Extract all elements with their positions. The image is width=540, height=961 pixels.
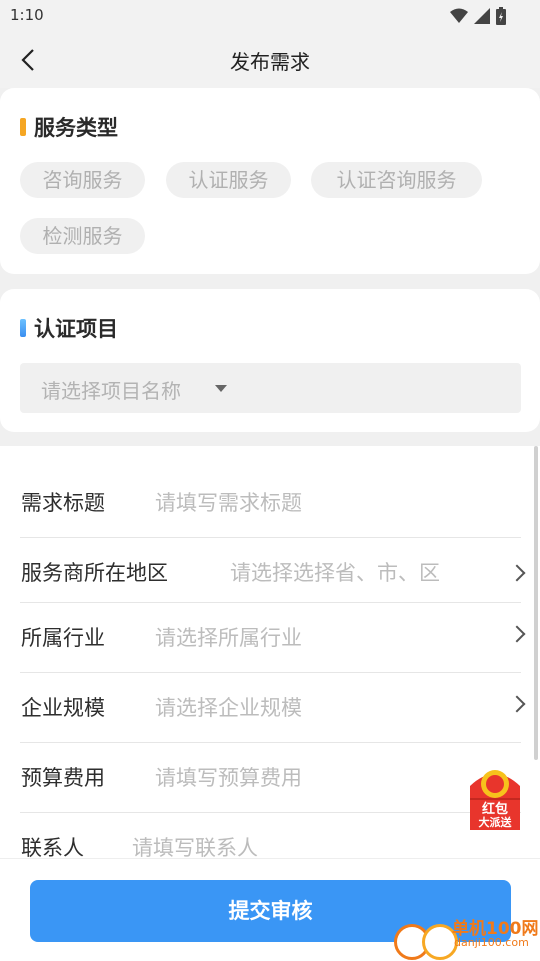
budget-input[interactable]: 请填写预算费用: [155, 762, 302, 792]
cert-project-card: 认证项目 请选择项目名称: [0, 289, 540, 432]
status-bar: 1:10: [0, 0, 540, 32]
company-scale-input[interactable]: 请选择企业规模: [155, 692, 302, 722]
project-select-placeholder: 请选择项目名称: [41, 379, 181, 403]
chip-consulting[interactable]: 咨询服务: [20, 162, 145, 198]
chevron-right-icon[interactable]: [508, 564, 526, 582]
row-label: 企业规模: [21, 696, 105, 720]
signal-icon: [474, 8, 490, 24]
service-type-title: 服务类型: [34, 116, 118, 140]
form-row-scale[interactable]: 企业规模 请选择企业规模: [20, 672, 526, 743]
cert-project-heading: 认证项目: [20, 313, 118, 343]
form-row-industry[interactable]: 所属行业 请选择所属行业: [20, 602, 526, 673]
chevron-right-icon[interactable]: [508, 625, 526, 643]
row-label: 预算费用: [21, 766, 105, 790]
cert-project-title: 认证项目: [34, 317, 118, 341]
row-label: 服务商所在地区: [21, 561, 168, 585]
watermark-url: danji100.com: [454, 936, 529, 949]
status-icons: [450, 7, 506, 25]
status-time: 1:10: [10, 6, 44, 24]
service-type-card: 服务类型 咨询服务 认证服务 认证咨询服务 检测服务: [0, 88, 540, 274]
form-row-region[interactable]: 服务商所在地区 请选择选择省、市、区: [20, 537, 526, 603]
header: 发布需求: [0, 32, 540, 88]
chip-testing[interactable]: 检测服务: [20, 218, 145, 254]
service-type-heading: 服务类型: [20, 112, 118, 142]
section-accent-bar: [20, 319, 26, 337]
wifi-icon: [450, 8, 468, 23]
scrollbar[interactable]: [534, 446, 538, 760]
chip-cert-consulting[interactable]: 认证咨询服务: [311, 162, 482, 198]
battery-icon: [496, 7, 506, 25]
region-input[interactable]: 请选择选择省、市、区: [230, 557, 440, 587]
red-packet-line2: 大派送: [478, 816, 512, 829]
chip-certification[interactable]: 认证服务: [166, 162, 291, 198]
industry-input[interactable]: 请选择所属行业: [155, 622, 302, 652]
form-row-title[interactable]: 需求标题 请填写需求标题: [20, 467, 521, 538]
page-title: 发布需求: [230, 50, 310, 74]
row-label: 所属行业: [21, 626, 105, 650]
project-name-select[interactable]: 请选择项目名称: [20, 363, 521, 413]
form-row-budget[interactable]: 预算费用 请填写预算费用: [20, 742, 521, 813]
demand-title-input[interactable]: 请填写需求标题: [155, 487, 302, 517]
red-packet-button[interactable]: 红包 大派送: [466, 768, 524, 832]
row-label: 需求标题: [21, 491, 105, 515]
caret-down-icon: [215, 385, 227, 392]
site-watermark: 单机100网 danji100.com: [392, 912, 540, 960]
chevron-right-icon[interactable]: [508, 695, 526, 713]
section-accent-bar: [20, 118, 26, 136]
